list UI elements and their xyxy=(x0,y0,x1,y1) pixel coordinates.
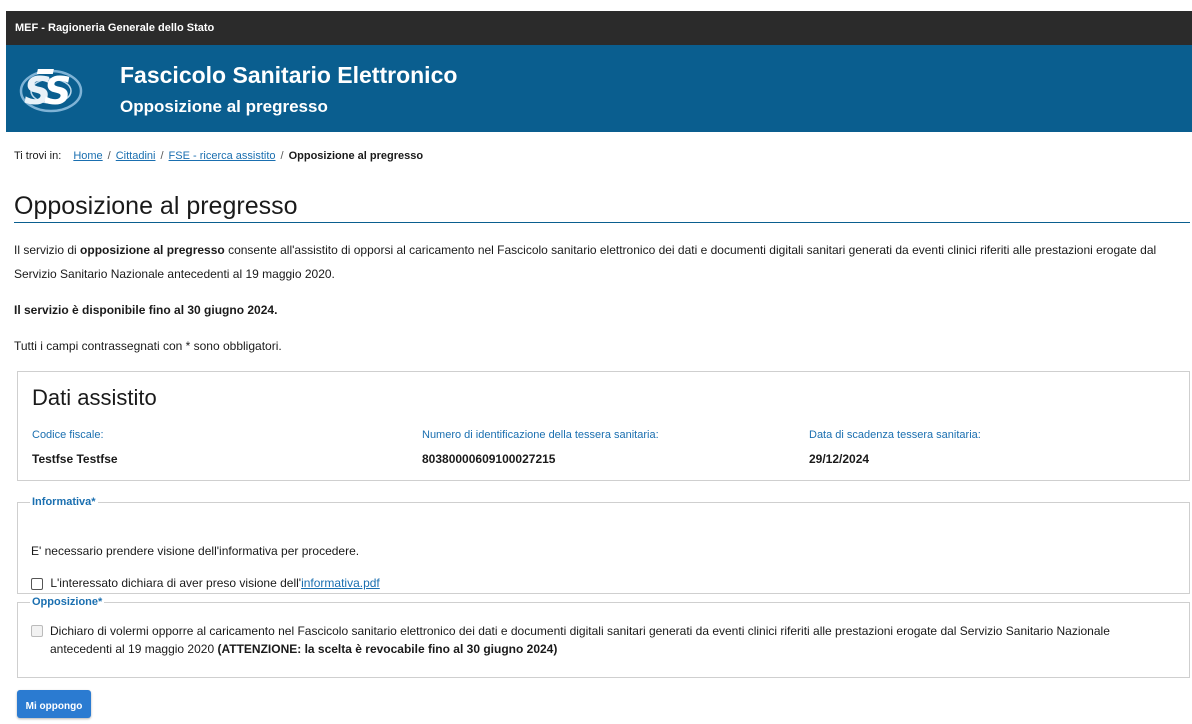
page-title: Opposizione al pregresso xyxy=(14,192,298,220)
mi-oppongo-button[interactable]: Mi oppongo xyxy=(17,690,91,718)
breadcrumb-home[interactable]: Home xyxy=(73,150,102,162)
field-scadenza-tessera: Data di scadenza tessera sanitaria: 29/1… xyxy=(809,429,981,466)
intro-bold: opposizione al pregresso xyxy=(80,243,225,257)
breadcrumb-fse-ricerca[interactable]: FSE - ricerca assistito xyxy=(169,150,276,162)
informativa-row: L'interessato dichiara di aver preso vis… xyxy=(31,576,380,590)
breadcrumb-cittadini[interactable]: Cittadini xyxy=(116,150,156,162)
informativa-checkbox-label: L'interessato dichiara di aver preso vis… xyxy=(50,576,302,590)
breadcrumb-separator: / xyxy=(280,150,284,162)
opposizione-fieldset: Opposizione* Dichiaro di volermi opporre… xyxy=(17,596,1190,678)
app-header: S S Fascicolo Sanitario Elettronico Oppo… xyxy=(6,45,1192,132)
opposizione-checkbox-label: Dichiaro di volermi opporre al caricamen… xyxy=(50,622,1170,658)
field-value: 29/12/2024 xyxy=(809,452,870,466)
patient-card: Dati assistito Codice fiscale: Testfse T… xyxy=(17,371,1190,481)
top-bar: MEF - Ragioneria Generale dello Stato xyxy=(6,11,1192,45)
informativa-fieldset: Informativa* E' necessario prendere visi… xyxy=(17,496,1190,594)
breadcrumb-current: Opposizione al pregresso xyxy=(288,150,424,162)
informativa-pdf-link[interactable]: informativa.pdf xyxy=(301,576,380,590)
informativa-message: E' necessario prendere visione dell'info… xyxy=(31,544,360,558)
breadcrumb: Ti trovi in: Home / Cittadini / FSE - ricerc… xyxy=(14,150,423,162)
breadcrumb-separator: / xyxy=(107,150,111,162)
opposizione-warning: (ATTENZIONE: la scelta è revocabile fino… xyxy=(217,642,558,656)
field-label: Codice fiscale: xyxy=(32,429,104,441)
app-title: Fascicolo Sanitario Elettronico xyxy=(120,62,458,88)
app-subtitle: Opposizione al pregresso xyxy=(120,97,328,116)
patient-heading: Dati assistito xyxy=(32,385,157,410)
required-note: Tutti i campi contrassegnati con * sono … xyxy=(14,339,282,353)
ministry-label: MEF - Ragioneria Generale dello Stato xyxy=(15,22,215,34)
field-value: 80380000609100027215 xyxy=(422,452,556,466)
availability-note: Il servizio è disponibile fino al 30 giu… xyxy=(14,303,278,317)
breadcrumb-label: Ti trovi in: xyxy=(14,150,62,162)
intro-text: Il servizio di opposizione al pregresso … xyxy=(14,238,1190,286)
field-codice-fiscale: Codice fiscale: Testfse Testfse xyxy=(32,429,118,466)
intro-part: Il servizio di xyxy=(14,243,81,257)
opposizione-checkbox[interactable] xyxy=(31,625,43,637)
informativa-legend: Informativa* xyxy=(32,496,96,508)
opposizione-text: Dichiaro di volermi opporre al caricamen… xyxy=(50,624,1110,656)
field-value: Testfse Testfse xyxy=(32,452,118,466)
breadcrumb-separator: / xyxy=(160,150,164,162)
title-divider xyxy=(14,222,1190,223)
informativa-checkbox[interactable] xyxy=(31,577,43,590)
field-numero-tessera: Numero di identificazione della tessera … xyxy=(422,429,659,466)
opposizione-legend: Opposizione* xyxy=(32,596,103,608)
svg-text:S: S xyxy=(44,69,71,113)
sts-logo-icon: S S xyxy=(19,69,83,113)
field-label: Data di scadenza tessera sanitaria: xyxy=(809,429,981,441)
field-label: Numero di identificazione della tessera … xyxy=(422,429,659,441)
